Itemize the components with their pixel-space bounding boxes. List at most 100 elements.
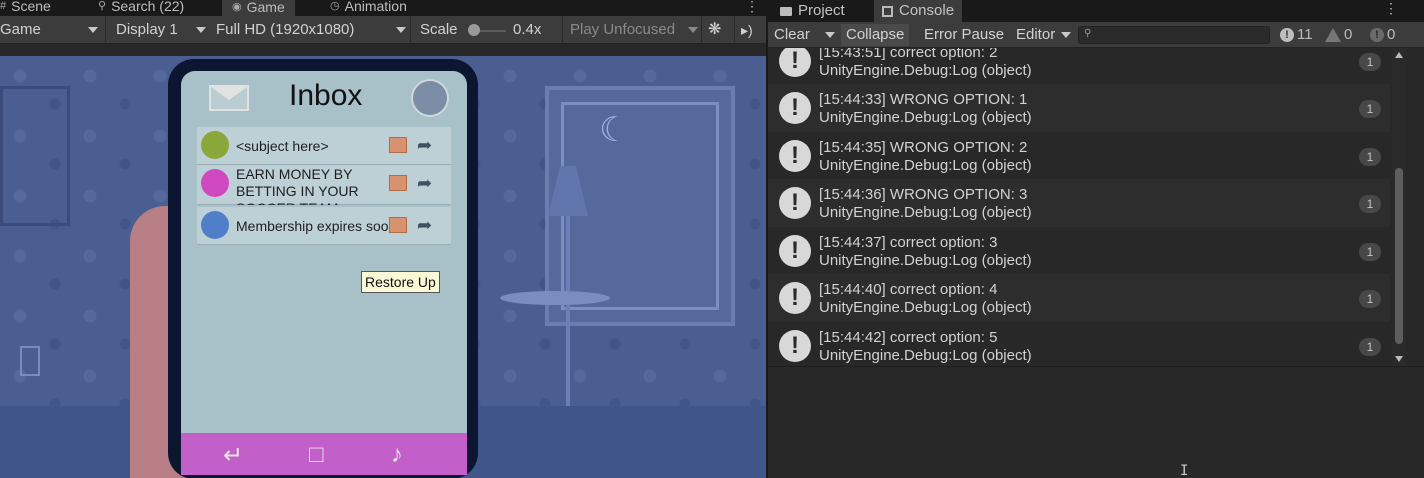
log-count-badge: 1 <box>1359 195 1381 213</box>
error-count-toggle[interactable]: ! 0 <box>1370 24 1395 46</box>
chevron-down-icon <box>825 32 835 38</box>
grid-icon: # <box>0 0 7 12</box>
display-dropdown[interactable]: Display 1 <box>116 16 208 44</box>
tab-search[interactable]: ⚲ Search (22) <box>98 0 184 16</box>
editor-dropdown[interactable]: Editor <box>1011 24 1073 46</box>
clear-options-dropdown[interactable] <box>820 24 840 46</box>
log-entry[interactable]: ! [15:44:36] WRONG OPTION: 3 UnityEngine… <box>768 179 1390 227</box>
delete-icon[interactable] <box>389 217 407 233</box>
tab-game[interactable]: ◉ Game <box>222 0 295 16</box>
mail-row[interactable]: <subject here> ➦ <box>197 127 451 165</box>
scroll-thumb[interactable] <box>1395 168 1403 344</box>
log-count-badge: 1 <box>1359 290 1381 308</box>
divider <box>701 16 702 44</box>
resolution-dropdown[interactable]: Full HD (1920x1080) <box>216 16 408 44</box>
log-entry[interactable]: ! [15:44:42] correct option: 5 UnityEngi… <box>768 322 1390 366</box>
log-entry[interactable]: ! [15:44:33] WRONG OPTION: 1 UnityEngine… <box>768 84 1390 132</box>
tab-project-label: Project <box>798 2 845 19</box>
delete-icon[interactable] <box>389 137 407 153</box>
log-message: [15:44:40] correct option: 4 <box>819 281 998 298</box>
mail-row[interactable]: EARN MONEY BY BETTING IN YOUR SOCCER TEA… <box>197 165 451 205</box>
game-panel: # Scene ⚲ Search (22) ◉ Game ◷ Animation… <box>0 0 766 478</box>
game-menu-icon[interactable]: ⋮ <box>745 0 759 15</box>
chevron-down-icon <box>88 27 98 33</box>
info-icon: ! <box>779 235 811 267</box>
phone-nav-bar: ↵ □ ♪ <box>181 433 467 475</box>
forward-icon[interactable]: ➦ <box>417 173 432 194</box>
envelope-icon[interactable] <box>209 85 249 111</box>
back-icon[interactable]: ↵ <box>223 441 243 470</box>
console-panel: Project Console ⋮ Clear Collapse Error P… <box>766 0 1424 478</box>
search-icon: ⚲ <box>1084 28 1092 39</box>
tab-game-label: Game <box>246 0 285 15</box>
editor-tab-bar: # Scene ⚲ Search (22) ◉ Game ◷ Animation… <box>0 0 766 16</box>
log-count-toggle[interactable]: ! 11 <box>1280 24 1313 46</box>
mail-row[interactable]: Membership expires soon ➦ <box>197 207 451 245</box>
console-search-input[interactable]: ⚲ <box>1078 26 1270 44</box>
log-source: UnityEngine.Debug:Log (object) <box>819 157 1032 174</box>
clear-button[interactable]: Clear <box>769 24 815 46</box>
wall-outlet <box>20 346 40 376</box>
log-detail-pane[interactable]: I <box>768 367 1424 478</box>
audio-icon[interactable]: ▸) <box>741 16 753 44</box>
log-entry[interactable]: ! [15:44:37] correct option: 3 UnityEngi… <box>768 227 1390 275</box>
tab-animation[interactable]: ◷ Animation <box>330 0 407 16</box>
play-mode-dropdown[interactable]: Play Unfocused <box>570 16 698 44</box>
divider <box>734 16 735 44</box>
bell-icon[interactable]: ♪ <box>391 441 403 469</box>
divider <box>105 16 106 44</box>
log-source: UnityEngine.Debug:Log (object) <box>819 62 1032 79</box>
collapse-toggle[interactable]: Collapse <box>841 24 910 46</box>
game-toolbar: Game Display 1 Full HD (1920x1080) Scale… <box>0 16 766 44</box>
home-icon[interactable]: □ <box>309 441 324 469</box>
sender-avatar <box>201 211 229 239</box>
side-table <box>500 291 610 305</box>
mail-subject: <subject here> <box>236 137 329 154</box>
resolution-value: Full HD (1920x1080) <box>216 21 355 38</box>
scale-slider-handle[interactable] <box>468 24 480 36</box>
tab-console[interactable]: Console <box>874 0 963 22</box>
log-message: [15:44:37] correct option: 3 <box>819 234 998 251</box>
error-pause-toggle[interactable]: Error Pause <box>919 24 1009 46</box>
scale-value: 0.4x <box>513 21 542 38</box>
log-source: UnityEngine.Debug:Log (object) <box>819 109 1032 126</box>
delete-icon[interactable] <box>389 175 407 191</box>
error-count: 0 <box>1387 26 1396 43</box>
log-entry[interactable]: ! [15:43:51] correct option: 2 UnityEngi… <box>768 48 1390 85</box>
console-menu-icon[interactable]: ⋮ <box>1384 0 1398 17</box>
log-count-badge: 1 <box>1359 338 1381 356</box>
forward-icon[interactable]: ➦ <box>417 135 432 156</box>
log-message: [15:44:33] WRONG OPTION: 1 <box>819 91 1028 108</box>
scroll-up-icon[interactable] <box>1395 52 1403 58</box>
console-icon <box>882 5 893 17</box>
log-message: [15:44:42] correct option: 5 <box>819 329 998 346</box>
tab-scene[interactable]: # Scene <box>0 0 51 16</box>
log-count-badge: 1 <box>1359 243 1381 261</box>
log-scrollbar[interactable] <box>1392 48 1406 366</box>
log-message: [15:44:36] WRONG OPTION: 3 <box>819 186 1028 203</box>
log-source: UnityEngine.Debug:Log (object) <box>819 347 1032 364</box>
forward-icon[interactable]: ➦ <box>417 215 432 236</box>
divider <box>410 16 411 44</box>
bug-icon[interactable]: ❋ <box>708 16 721 44</box>
console-tab-bar: Project Console ⋮ <box>768 0 1424 22</box>
info-icon: ! <box>779 282 811 314</box>
profile-avatar[interactable] <box>411 79 449 117</box>
game-mode-dropdown[interactable]: Game <box>0 16 102 44</box>
search-icon: ⚲ <box>98 0 107 12</box>
gamepad-icon: ◉ <box>232 1 242 13</box>
tab-project[interactable]: Project <box>772 0 853 22</box>
scroll-down-icon[interactable] <box>1395 356 1403 362</box>
info-icon: ! <box>779 48 811 77</box>
log-entry[interactable]: ! [15:44:35] WRONG OPTION: 2 UnityEngine… <box>768 132 1390 180</box>
tooltip: Restore Up <box>361 271 440 293</box>
clock-icon: ◷ <box>330 0 340 12</box>
log-source: UnityEngine.Debug:Log (object) <box>819 204 1032 221</box>
info-icon: ! <box>779 140 811 172</box>
inbox-title: Inbox <box>289 79 363 112</box>
sender-avatar <box>201 131 229 159</box>
warning-count-toggle[interactable]: 0 <box>1325 24 1352 46</box>
console-toolbar: Clear Collapse Error Pause Editor ⚲ ! 11… <box>768 22 1424 48</box>
log-entry[interactable]: ! [15:44:40] correct option: 4 UnityEngi… <box>768 274 1390 322</box>
sender-avatar <box>201 169 229 197</box>
